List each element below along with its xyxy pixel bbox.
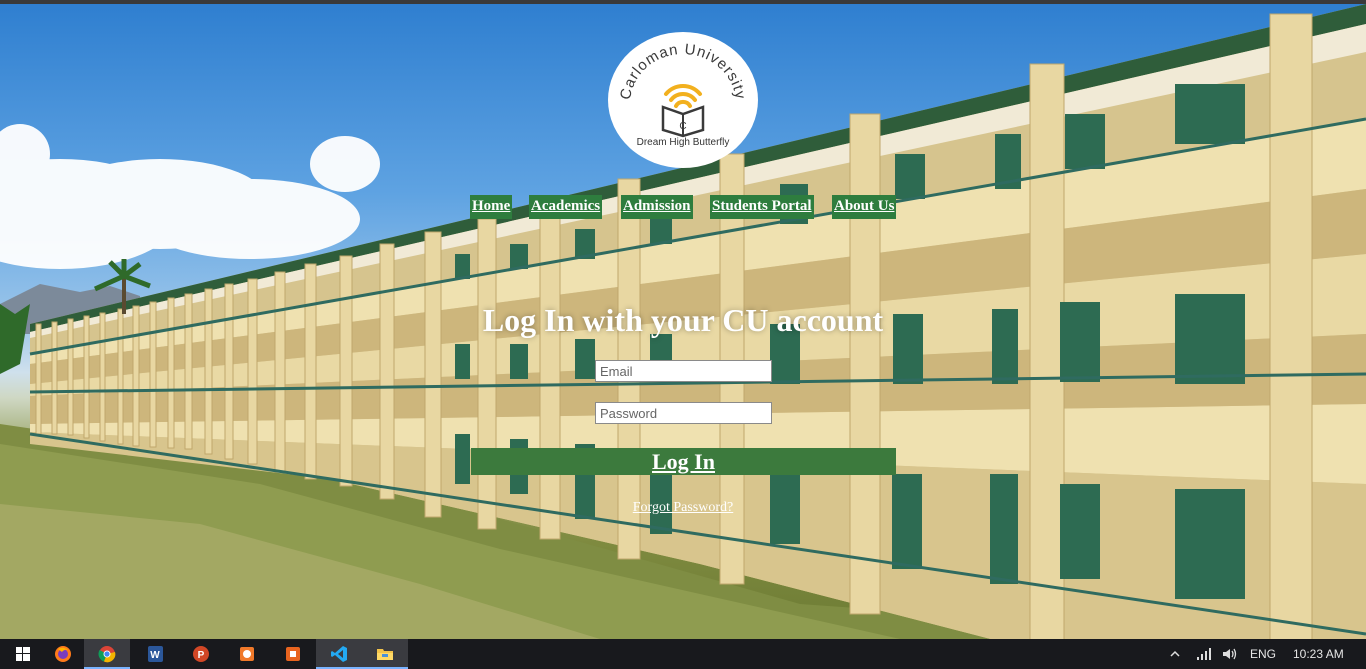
nav-about-us[interactable]: About Us	[832, 195, 897, 219]
file-explorer-icon[interactable]	[362, 639, 408, 669]
orange-app-icon[interactable]	[224, 639, 270, 669]
main-nav: Home Academics Admission Students Portal…	[470, 195, 900, 219]
university-logo[interactable]: Carloman University C Dream High Butterf…	[608, 32, 758, 168]
word-icon[interactable]: W	[132, 639, 178, 669]
chrome-icon[interactable]	[84, 639, 130, 669]
network-signal-icon[interactable]	[1196, 639, 1212, 669]
logo-letter: C	[679, 121, 686, 132]
nav-students-portal[interactable]: Students Portal	[710, 195, 814, 219]
tray-expand-icon[interactable]	[1170, 639, 1180, 669]
windows-taskbar: W P ENG 10:23 AM	[0, 639, 1366, 669]
nav-admission[interactable]: Admission	[621, 195, 693, 219]
orange-app-2-icon[interactable]	[270, 639, 316, 669]
volume-icon[interactable]	[1222, 639, 1238, 669]
email-field[interactable]	[595, 360, 772, 382]
logo-arc-text: Carloman University	[617, 41, 749, 101]
login-title: Log In with your CU account	[482, 302, 884, 338]
powerpoint-icon[interactable]: P	[178, 639, 224, 669]
language-indicator[interactable]: ENG	[1250, 639, 1276, 669]
nav-academics[interactable]: Academics	[529, 195, 603, 219]
forgot-password-link[interactable]: Forgot Password?	[583, 500, 783, 516]
svg-text:W: W	[150, 650, 160, 661]
clock[interactable]: 10:23 AM	[1293, 639, 1344, 669]
svg-text:P: P	[198, 650, 205, 661]
nav-home[interactable]: Home	[470, 195, 513, 219]
vscode-icon[interactable]	[316, 639, 362, 669]
password-field[interactable]	[595, 402, 772, 424]
login-button[interactable]: Log In	[471, 448, 896, 475]
logo-tagline: Dream High Butterfly	[636, 137, 730, 148]
firefox-icon[interactable]	[40, 639, 86, 669]
